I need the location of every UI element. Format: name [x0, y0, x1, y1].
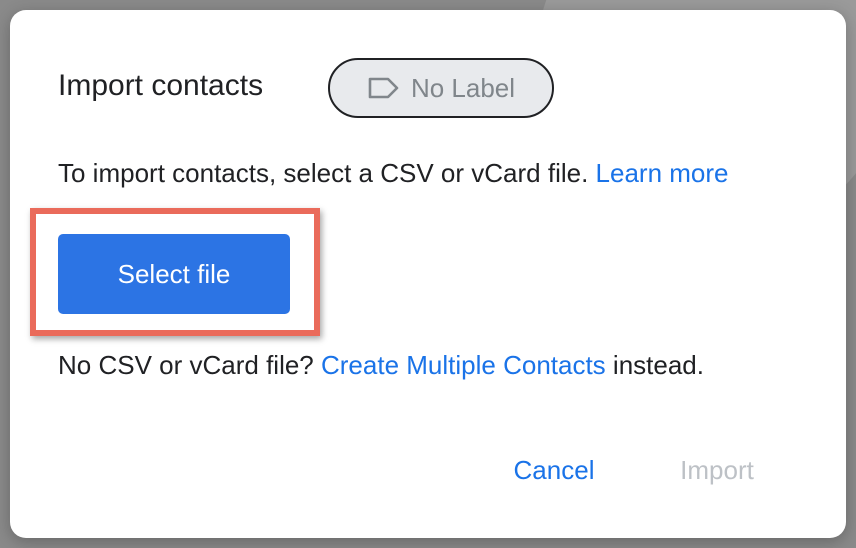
- label-chip[interactable]: No Label: [328, 58, 554, 118]
- learn-more-link[interactable]: Learn more: [596, 158, 729, 188]
- alternative-prefix: No CSV or vCard file?: [58, 350, 314, 380]
- dialog-title: Import contacts: [58, 69, 264, 102]
- label-chip-text: No Label: [410, 72, 516, 103]
- label-outline-icon: [367, 76, 401, 100]
- cancel-button[interactable]: Cancel: [486, 446, 622, 494]
- import-button[interactable]: Import: [650, 446, 784, 494]
- import-contacts-dialog: Import contacts No Label To import conta…: [10, 10, 846, 538]
- alternative-text: No CSV or vCard file? Create Multiple Co…: [58, 350, 704, 381]
- select-file-button[interactable]: Select file: [58, 234, 290, 314]
- create-multiple-contacts-link[interactable]: Create Multiple Contacts: [321, 350, 606, 380]
- alternative-suffix: instead.: [612, 350, 704, 380]
- import-description: To import contacts, select a CSV or vCar…: [58, 158, 729, 189]
- import-description-text: To import contacts, select a CSV or vCar…: [58, 158, 589, 188]
